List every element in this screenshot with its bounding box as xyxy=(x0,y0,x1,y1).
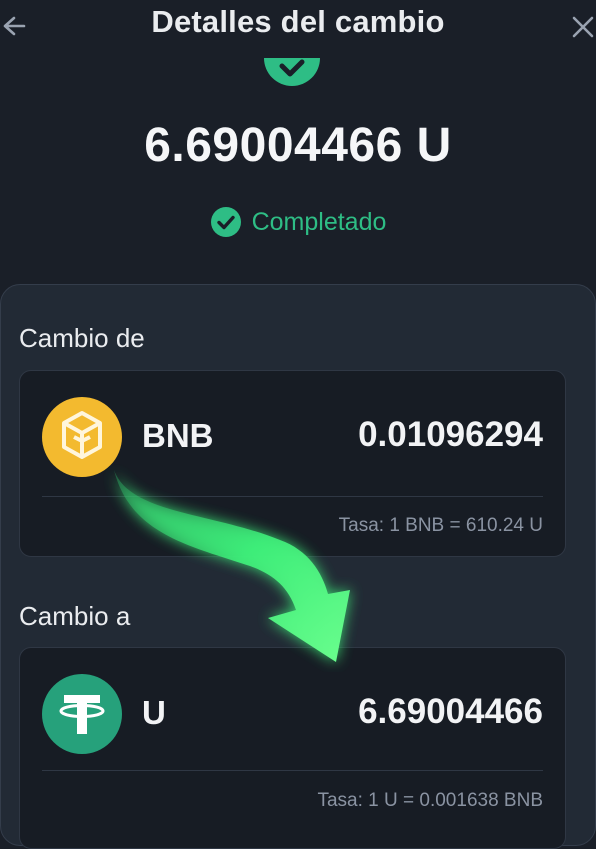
to-card: U 6.69004466 Tasa: 1 U = 0.001638 BNB xyxy=(19,647,566,849)
from-rate: Tasa: 1 BNB = 610.24 U xyxy=(338,515,543,536)
to-rate: Tasa: 1 U = 0.001638 BNB xyxy=(317,790,543,811)
check-circle-icon xyxy=(210,207,241,237)
from-section-label: Cambio de xyxy=(19,323,145,353)
from-coin-name: BNB xyxy=(142,417,214,454)
status-text: Completado xyxy=(251,207,387,236)
from-card: BNB 0.01096294 Tasa: 1 BNB = 610.24 U xyxy=(19,370,566,557)
success-check-icon xyxy=(264,58,320,86)
to-coin-amount: 6.69004466 xyxy=(358,692,543,731)
close-icon[interactable] xyxy=(568,10,596,42)
details-panel: Cambio de BNB 0.01096294 Tasa: 1 BNB = 6… xyxy=(0,284,596,849)
bnb-logo-icon xyxy=(42,397,122,477)
tether-logo-icon xyxy=(42,674,122,754)
from-coin-amount: 0.01096294 xyxy=(358,415,543,454)
received-amount: 6.69004466 U xyxy=(144,119,452,172)
to-card-divider xyxy=(42,770,543,771)
header-bar: Detalles del cambio xyxy=(0,0,596,52)
status-badge: Completado xyxy=(0,206,596,238)
from-card-divider xyxy=(42,496,543,497)
to-coin-name: U xyxy=(142,694,166,731)
page-title: Detalles del cambio xyxy=(151,4,445,39)
to-section-label: Cambio a xyxy=(19,601,131,631)
